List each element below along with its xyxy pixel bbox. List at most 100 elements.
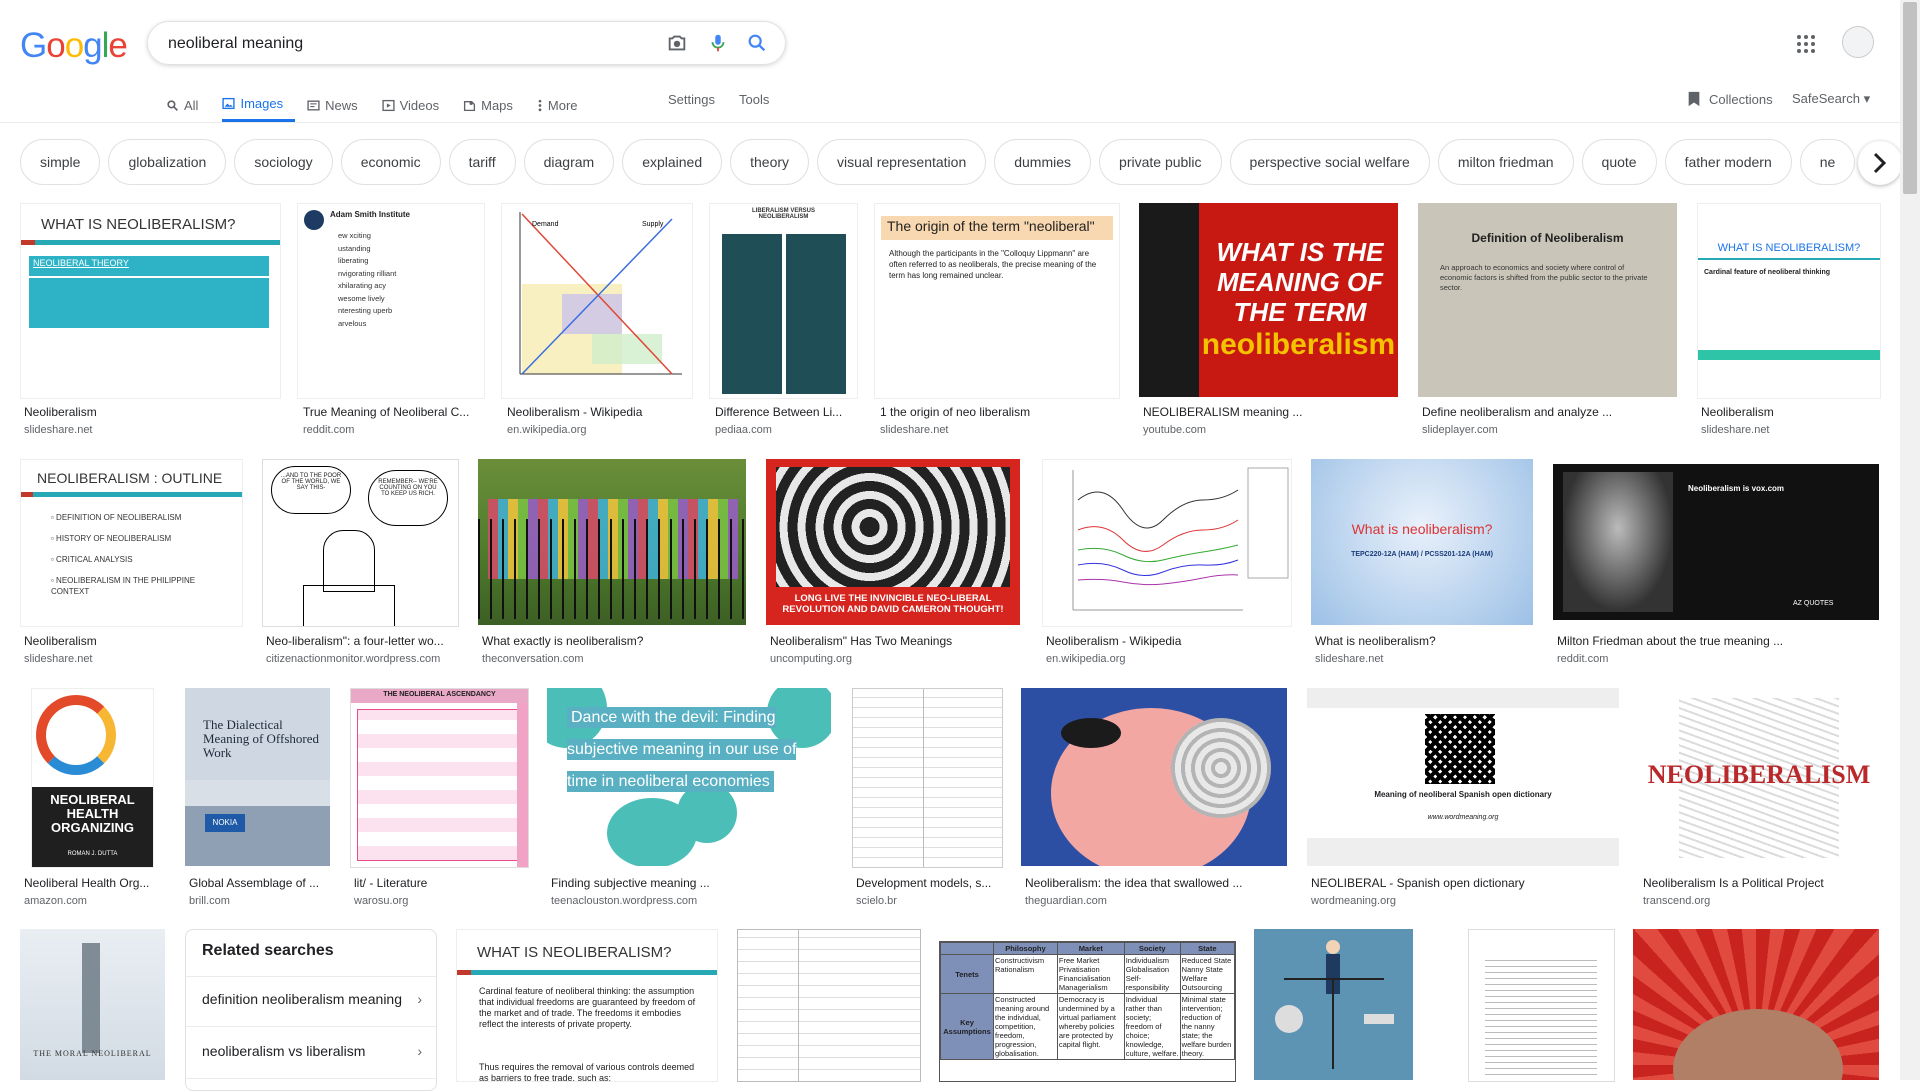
result-title[interactable]: NEOLIBERALISM meaning ...	[1143, 405, 1398, 419]
result-source[interactable]: amazon.com	[24, 895, 164, 907]
book-cover-thumbnail[interactable]: THE MORAL NEOLIBERAL	[20, 929, 165, 1080]
result-source[interactable]: wordmeaning.org	[1311, 895, 1619, 907]
result-title[interactable]: Neoliberalism - Wikipedia	[1046, 634, 1290, 648]
result-source[interactable]: youtube.com	[1143, 424, 1398, 436]
filter-chip[interactable]: diagram	[523, 139, 615, 185]
comparison-table-thumbnail[interactable]: Philosophy Market Society State Tenets C…	[939, 941, 1236, 1082]
result-thumbnail[interactable]: Adam Smith Institute ew xciting ustandin…	[297, 203, 485, 399]
result-thumbnail[interactable]: LIBERALISM VERSUS NEOLIBERALISM	[709, 203, 858, 399]
result-title[interactable]: Define neoliberalism and analyze ...	[1422, 405, 1677, 419]
result-title[interactable]: NEOLIBERAL - Spanish open dictionary	[1311, 876, 1619, 890]
google-logo[interactable]: Google	[20, 26, 128, 66]
result-title[interactable]: What exactly is neoliberalism?	[482, 634, 746, 648]
filter-chip[interactable]: father modern	[1664, 139, 1792, 185]
result-thumbnail[interactable]	[852, 688, 1003, 868]
result-source[interactable]: citizenactionmonitor.wordpress.com	[266, 653, 457, 665]
table-document-thumbnail[interactable]	[737, 929, 921, 1082]
camera-icon[interactable]	[666, 32, 688, 54]
document-thumbnail[interactable]	[1468, 929, 1615, 1082]
result-title[interactable]: lit/ - Literature	[354, 876, 527, 890]
result-thumbnail[interactable]: Neoliberalism is vox.com AZ QUOTES	[1553, 464, 1879, 620]
result-title[interactable]: Neoliberalism	[1701, 405, 1879, 419]
result-title[interactable]: Difference Between Li...	[715, 405, 856, 419]
search-icon[interactable]	[746, 32, 768, 54]
result-source[interactable]: slideshare.net	[880, 424, 1118, 436]
result-title[interactable]: What is neoliberalism?	[1315, 634, 1533, 648]
filter-chip[interactable]: tariff	[448, 139, 516, 185]
result-source[interactable]: en.wikipedia.org	[507, 424, 691, 436]
result-thumbnail[interactable]: Dance with the devil: Finding subjective…	[547, 688, 831, 866]
settings-link[interactable]: Settings	[668, 92, 715, 107]
microphone-icon[interactable]	[707, 32, 729, 54]
result-thumbnail[interactable]	[478, 459, 746, 625]
result-thumbnail[interactable]: NEOLIBERALISM : OUTLINE ▫ DEFINITION OF …	[20, 459, 243, 627]
chips-next-button[interactable]	[1858, 141, 1902, 185]
result-title[interactable]: Neoliberalism" Has Two Meanings	[770, 634, 1020, 648]
result-source[interactable]: warosu.org	[354, 895, 527, 907]
result-source[interactable]: slideshare.net	[1701, 424, 1879, 436]
related-search-item[interactable]: definition neoliberalism meaning ›	[202, 991, 422, 1007]
scales-illustration-thumbnail[interactable]	[1254, 929, 1413, 1080]
tab-maps[interactable]: Maps	[463, 88, 525, 122]
account-avatar[interactable]	[1842, 26, 1874, 58]
result-title[interactable]: Neoliberalism: the idea that swallowed .…	[1025, 876, 1287, 890]
result-source[interactable]: scielo.br	[856, 895, 1001, 907]
result-source[interactable]: brill.com	[189, 895, 330, 907]
filter-chip[interactable]: visual representation	[817, 139, 987, 185]
tab-news[interactable]: News	[307, 88, 370, 122]
filter-chip[interactable]: simple	[20, 139, 101, 185]
result-source[interactable]: reddit.com	[303, 424, 481, 436]
result-thumbnail[interactable]: WHAT IS THE MEANING OF THE TERM neoliber…	[1139, 203, 1398, 397]
result-thumbnail[interactable]: WHAT IS NEOLIBERALISM? NEOLIBERAL THEORY	[20, 203, 281, 399]
slide-thumbnail[interactable]: WHAT IS NEOLIBERALISM? Cardinal feature …	[456, 929, 718, 1082]
result-thumbnail[interactable]: Demand Supply	[501, 203, 693, 399]
result-thumbnail[interactable]: Definition of Neoliberalism An approach …	[1418, 203, 1677, 397]
tab-all[interactable]: All	[166, 88, 210, 122]
result-thumbnail[interactable]: Meaning of neoliberal Spanish open dicti…	[1307, 688, 1619, 866]
result-thumbnail[interactable]: LONG LIVE THE INVINCIBLE NEO-LIBERAL REV…	[766, 459, 1020, 625]
filter-chip[interactable]: milton friedman	[1437, 139, 1574, 185]
result-source[interactable]: pediaa.com	[715, 424, 856, 436]
filter-chip[interactable]: private public	[1099, 139, 1222, 185]
result-thumbnail[interactable]	[1042, 459, 1292, 627]
apps-grid-icon[interactable]	[1796, 34, 1816, 54]
search-box[interactable]	[147, 21, 786, 65]
filter-chip[interactable]: quote	[1581, 139, 1657, 185]
result-title[interactable]: Neoliberal Health Org...	[24, 876, 164, 890]
tab-more[interactable]: More	[537, 88, 590, 122]
result-title[interactable]: Global Assemblage of ...	[189, 876, 330, 890]
result-thumbnail[interactable]: NEOLIBERALISM	[1639, 688, 1879, 866]
result-thumbnail[interactable]: WHAT IS NEOLIBERALISM? Cardinal feature …	[1697, 203, 1881, 399]
result-title[interactable]: Neoliberalism - Wikipedia	[507, 405, 691, 419]
related-search-item[interactable]: neoliberalism vs liberalism ›	[202, 1043, 422, 1059]
filter-chip[interactable]: perspective social welfare	[1229, 139, 1430, 185]
result-thumbnail[interactable]	[1021, 688, 1287, 866]
filter-chip[interactable]: explained	[622, 139, 723, 185]
tools-link[interactable]: Tools	[739, 92, 769, 107]
result-source[interactable]: teenaclouston.wordpress.com	[551, 895, 831, 907]
result-thumbnail[interactable]: ...AND TO THE POOR OF THE WORLD, WE SAY …	[262, 459, 459, 627]
result-title[interactable]: Development models, s...	[856, 876, 1001, 890]
search-input[interactable]	[166, 32, 630, 56]
result-title[interactable]: Neoliberalism	[24, 634, 239, 648]
result-source[interactable]: theconversation.com	[482, 653, 746, 665]
result-source[interactable]: theguardian.com	[1025, 895, 1287, 907]
tab-images[interactable]: Images	[222, 88, 296, 122]
photo-thumbnail[interactable]	[1633, 929, 1879, 1080]
result-source[interactable]: slideshare.net	[24, 424, 279, 436]
result-title[interactable]: Milton Friedman about the true meaning .…	[1557, 634, 1879, 648]
result-title[interactable]: Finding subjective meaning ...	[551, 876, 831, 890]
result-source[interactable]: slideplayer.com	[1422, 424, 1677, 436]
result-thumbnail[interactable]: NEOLIBERAL HEALTH ORGANIZING ROMAN J. DU…	[31, 688, 154, 868]
filter-chip[interactable]: dummies	[994, 139, 1092, 185]
filter-chip[interactable]: globalization	[108, 139, 227, 185]
collections-link[interactable]: Collections	[1687, 91, 1773, 107]
scrollbar-thumb[interactable]	[1903, 2, 1917, 194]
safesearch-dropdown[interactable]: SafeSearch ▾	[1792, 91, 1870, 107]
result-title[interactable]: Neo-liberalism": a four-letter wo...	[266, 634, 457, 648]
result-thumbnail[interactable]: What is neoliberalism? TEPC220-12A (HAM)…	[1311, 459, 1533, 625]
result-title[interactable]: 1 the origin of neo liberalism	[880, 405, 1118, 419]
result-source[interactable]: slideshare.net	[24, 653, 239, 665]
result-source[interactable]: reddit.com	[1557, 653, 1879, 665]
result-source[interactable]: en.wikipedia.org	[1046, 653, 1290, 665]
